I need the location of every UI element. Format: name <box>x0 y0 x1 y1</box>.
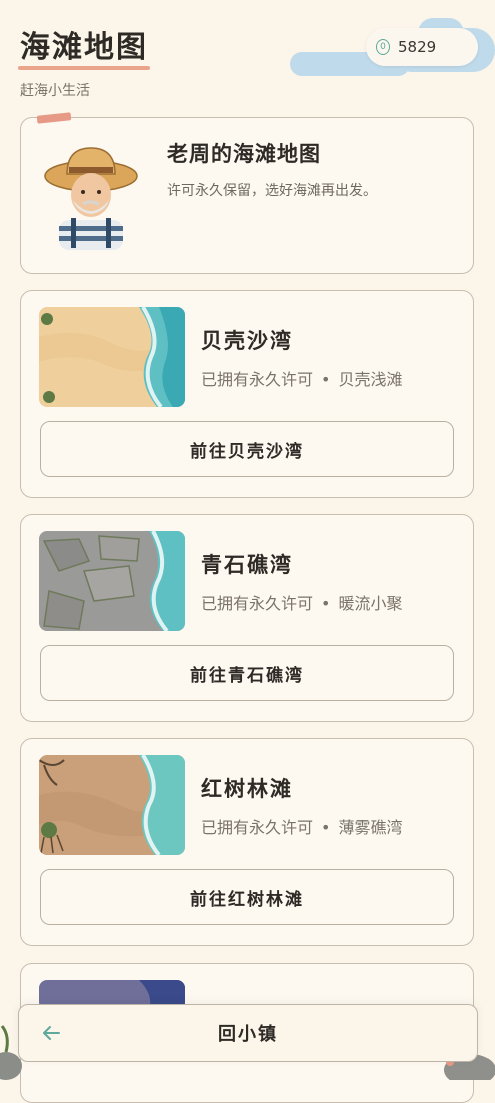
permit-status: 已拥有永久许可 <box>201 818 314 837</box>
go-to-stone-reef-bay-button[interactable]: 前往青石礁湾 <box>40 645 454 701</box>
coin-balance[interactable]: 0 5829 <box>366 28 478 66</box>
beach-info: 已拥有永久许可 • 薄雾礁湾 <box>201 814 402 838</box>
title-underline <box>18 66 150 70</box>
bottom-nav-bar: 回小镇 <box>18 1004 478 1062</box>
intro-title: 老周的海滩地图 <box>167 141 321 166</box>
beach-name: 贝壳沙湾 <box>201 328 293 353</box>
beach-name: 红树林滩 <box>201 776 293 801</box>
beach-name: 青石礁湾 <box>201 552 293 577</box>
beach-thumbnail-stone-reef-bay <box>39 531 185 631</box>
tape-decoration <box>36 112 72 124</box>
intro-card: 老周的海滩地图 许可永久保留，选好海滩再出发。 <box>20 112 474 274</box>
beach-feature: 贝壳浅滩 <box>338 370 403 389</box>
beach-thumbnail-shell-bay <box>39 307 185 407</box>
permit-status: 已拥有永久许可 <box>201 594 314 613</box>
beach-info: 已拥有永久许可 • 贝壳浅滩 <box>201 366 402 390</box>
coin-icon: 0 <box>376 39 390 55</box>
separator-dot: • <box>321 818 331 837</box>
intro-description: 许可永久保留，选好海滩再出发。 <box>167 183 377 199</box>
beach-feature: 暖流小聚 <box>338 594 403 613</box>
go-to-mangrove-beach-button[interactable]: 前往红树林滩 <box>40 869 454 925</box>
beach-card-stone-reef-bay: 青石礁湾 已拥有永久许可 • 暖流小聚 前往青石礁湾 <box>20 514 474 722</box>
page-subtitle: 赶海小生活 <box>20 83 90 99</box>
old-zhou-avatar <box>44 147 138 250</box>
go-to-shell-bay-button[interactable]: 前往贝壳沙湾 <box>40 421 454 477</box>
header: 海滩地图 赶海小生活 0 5829 <box>0 0 495 110</box>
page-title: 海滩地图 <box>20 30 148 65</box>
permit-status: 已拥有永久许可 <box>201 370 314 389</box>
beach-feature: 薄雾礁湾 <box>338 818 403 837</box>
back-to-town-label[interactable]: 回小镇 <box>19 1005 477 1061</box>
arrow-left-icon[interactable] <box>39 1021 63 1045</box>
separator-dot: • <box>321 370 331 389</box>
beach-info: 已拥有永久许可 • 暖流小聚 <box>201 590 402 614</box>
coin-value: 5829 <box>398 38 437 56</box>
beach-card-mangrove-beach: 红树林滩 已拥有永久许可 • 薄雾礁湾 前往红树林滩 <box>20 738 474 946</box>
beach-thumbnail-mangrove-beach <box>39 755 185 855</box>
beach-card-shell-bay: 贝壳沙湾 已拥有永久许可 • 贝壳浅滩 前往贝壳沙湾 <box>20 290 474 498</box>
separator-dot: • <box>321 594 331 613</box>
